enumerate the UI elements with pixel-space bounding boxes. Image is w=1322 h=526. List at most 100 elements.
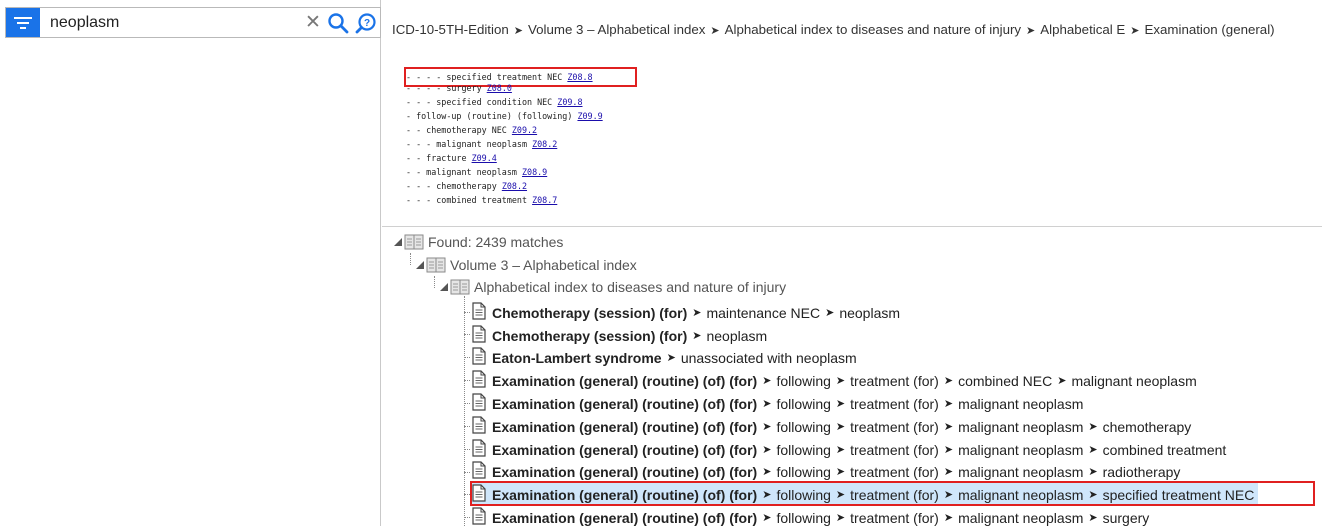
close-icon: ✕ <box>305 12 321 33</box>
result-row[interactable]: Examination (general) (routine) (of) (fo… <box>472 460 1184 483</box>
result-row[interactable]: Examination (general) (routine) (of) (fo… <box>472 438 1230 461</box>
path-separator-icon: ➤ <box>943 512 954 524</box>
code-link[interactable]: Z08.2 <box>532 139 557 149</box>
document-line: - - fracture Z09.4 <box>406 153 497 163</box>
result-row[interactable]: Examination (general) (routine) (of) (fo… <box>472 369 1201 392</box>
result-path-segment: maintenance NEC <box>706 304 821 321</box>
breadcrumb-item[interactable]: Alphabetical index to diseases and natur… <box>725 22 1021 37</box>
result-path-segment: treatment (for) <box>850 395 939 412</box>
result-row[interactable]: Eaton-Lambert syndrome ➤ unassociated with… <box>472 346 861 369</box>
tree-connector <box>410 253 411 265</box>
advanced-search-button[interactable]: ? <box>352 8 380 37</box>
result-term: Examination (general) (routine) (of) (fo… <box>492 372 758 389</box>
line-text: - - - malignant neoplasm <box>406 139 528 149</box>
path-separator-icon: ➤ <box>835 444 846 456</box>
tree-root[interactable]: Found: 2439 matches <box>392 232 563 252</box>
result-row[interactable]: Chemotherapy (session) (for) ➤ maintenance… <box>472 301 904 324</box>
path-separator-icon: ➤ <box>943 466 954 478</box>
document-icon <box>472 416 486 437</box>
result-term: Chemotherapy (session) (for) <box>492 327 688 344</box>
breadcrumb-separator-icon: ➤ <box>1130 25 1140 37</box>
filter-menu-icon <box>14 16 32 29</box>
result-path-segment: malignant neoplasm <box>958 509 1084 526</box>
path-separator-icon: ➤ <box>943 421 954 433</box>
code-link[interactable]: Z09.4 <box>472 153 497 163</box>
result-term: Examination (general) (routine) (of) (fo… <box>492 463 758 480</box>
result-row[interactable]: Examination (general) (routine) (of) (fo… <box>472 392 1087 415</box>
code-link[interactable]: Z09.8 <box>557 97 582 107</box>
code-link[interactable]: Z08.0 <box>487 83 512 93</box>
document-line: - - - - specified treatment NEC Z08.8 <box>406 72 593 82</box>
code-link[interactable]: Z09.9 <box>577 111 602 121</box>
document-icon <box>472 461 486 482</box>
breadcrumb: ICD-10-5TH-Edition ➤ Volume 3 – Alphabetic… <box>392 22 1275 37</box>
code-link[interactable]: Z09.2 <box>512 125 537 135</box>
line-text: - - fracture <box>406 153 467 163</box>
path-separator-icon: ➤ <box>692 330 702 342</box>
path-separator-icon: ➤ <box>762 466 772 478</box>
result-row[interactable]: Chemotherapy (session) (for) ➤ neoplasm <box>472 324 771 347</box>
document-line: - follow-up (routine) (following) Z09.9 <box>406 111 603 121</box>
breadcrumb-item[interactable]: Examination (general) <box>1145 22 1275 37</box>
search-input[interactable] <box>40 8 302 37</box>
path-separator-icon: ➤ <box>835 466 846 478</box>
line-text: - - - combined treatment <box>406 195 528 205</box>
search-button[interactable] <box>324 8 352 37</box>
result-path-segment: malignant neoplasm <box>958 395 1084 412</box>
menu-button[interactable] <box>6 8 40 37</box>
path-separator-icon: ➤ <box>835 421 846 433</box>
breadcrumb-separator-icon: ➤ <box>513 25 523 37</box>
path-separator-icon: ➤ <box>943 398 954 410</box>
document-line: - - - combined treatment Z08.7 <box>406 195 557 205</box>
breadcrumb-item[interactable]: Volume 3 – Alphabetical index <box>528 22 705 37</box>
tree-connector <box>464 312 470 313</box>
line-text: - - chemotherapy NEC <box>406 125 507 135</box>
line-text: - - - chemotherapy <box>406 181 497 191</box>
result-path-segment: radiotherapy <box>1102 463 1181 480</box>
collapse-arrow-icon <box>440 283 448 291</box>
result-path-segment: following <box>776 372 831 389</box>
path-separator-icon: ➤ <box>762 512 772 524</box>
svg-text:?: ? <box>364 18 370 29</box>
result-term: Examination (general) (routine) (of) (fo… <box>492 441 758 458</box>
result-path-segment: following <box>776 418 831 435</box>
code-link[interactable]: Z08.7 <box>532 195 557 205</box>
result-path-segment: malignant neoplasm <box>958 463 1084 480</box>
document-icon <box>472 507 486 526</box>
tree-volume[interactable]: Volume 3 – Alphabetical index <box>414 255 637 275</box>
result-row[interactable]: Examination (general) (routine) (of) (fo… <box>472 506 1153 526</box>
code-link[interactable]: Z08.9 <box>522 167 547 177</box>
path-separator-icon: ➤ <box>943 375 954 387</box>
tree-section-label: Alphabetical index to diseases and natur… <box>474 279 787 295</box>
clear-button[interactable]: ✕ <box>302 8 324 37</box>
document-icon <box>472 302 486 323</box>
tree-connector <box>464 334 470 335</box>
breadcrumb-item[interactable]: ICD-10-5TH-Edition <box>392 22 509 37</box>
tree-connector <box>464 449 470 450</box>
search-icon <box>328 12 349 33</box>
breadcrumb-item[interactable]: Alphabetical E <box>1040 22 1125 37</box>
book-folder-icon <box>404 234 424 250</box>
collapse-arrow-icon <box>416 261 424 269</box>
result-path-segment: combined NEC <box>958 372 1053 389</box>
result-path-segment: following <box>776 395 831 412</box>
breadcrumb-separator-icon: ➤ <box>710 25 720 37</box>
result-path-segment: neoplasm <box>706 327 768 344</box>
collapse-arrow-icon <box>394 238 402 246</box>
document-icon <box>472 347 486 368</box>
path-separator-icon: ➤ <box>835 375 846 387</box>
tree-section[interactable]: Alphabetical index to diseases and natur… <box>438 277 786 297</box>
tree-connector <box>464 380 470 381</box>
code-link[interactable]: Z08.8 <box>567 72 592 82</box>
path-separator-icon: ➤ <box>1057 375 1067 387</box>
path-separator-icon: ➤ <box>835 398 846 410</box>
tree-connector <box>464 472 470 473</box>
result-row[interactable]: Examination (general) (routine) (of) (fo… <box>472 415 1195 438</box>
path-separator-icon: ➤ <box>692 307 702 319</box>
line-text: - - malignant neoplasm <box>406 167 517 177</box>
result-path-segment: treatment (for) <box>850 509 939 526</box>
path-separator-icon: ➤ <box>666 352 676 364</box>
tree-connector <box>434 276 435 288</box>
code-link[interactable]: Z08.2 <box>502 181 527 191</box>
path-separator-icon: ➤ <box>762 421 772 433</box>
